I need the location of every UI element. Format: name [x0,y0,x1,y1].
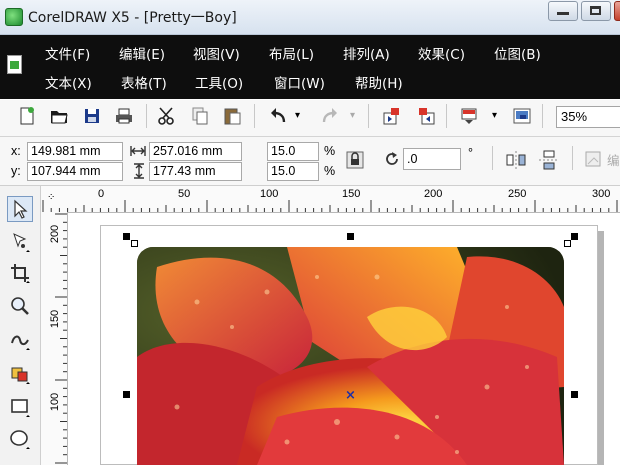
rotation-icon [386,152,398,165]
menu-arrange[interactable]: 排列(A) [343,43,390,63]
window-title: CorelDRAW X5 - [Pretty一Boy] [28,10,237,26]
selection-handle-top-right[interactable] [571,233,578,240]
close-button[interactable] [614,1,620,21]
maximize-button[interactable] [581,1,611,21]
rotation-center-mark[interactable]: × [345,388,356,403]
object-width-field[interactable]: 257.016 mm [149,142,242,161]
menu-help[interactable]: 帮助(H) [355,72,403,92]
toolbar-separator [446,104,447,128]
menu-table[interactable]: 表格(T) [121,72,167,92]
launcher-dropdown-icon[interactable]: ▾ [492,110,497,121]
ellipse-tool-icon[interactable] [9,428,31,450]
object-height-field[interactable]: 177.43 mm [149,162,242,181]
object-height-icon [134,163,144,179]
scale-y-percent-label: % [324,164,336,178]
redo-dropdown-icon: ▾ [350,110,356,121]
import-icon[interactable] [382,106,402,126]
corner-node-top-left[interactable] [131,240,138,247]
zoom-tool-icon[interactable] [9,295,31,317]
corner-node-top-right[interactable] [564,240,571,247]
menu-edit[interactable]: 编辑(E) [119,43,165,63]
new-document-icon[interactable] [17,106,37,126]
document-icon[interactable] [7,55,22,74]
ruler-label-0: 0 [98,188,105,200]
x-position-label: x: [11,144,21,158]
mirror-horizontal-icon[interactable] [505,150,527,170]
menu-effects[interactable]: 效果(C) [418,43,465,63]
toolbar-separator [492,146,493,170]
menu-file[interactable]: 文件(F) [45,43,90,63]
minimize-icon [557,12,569,15]
edit-bitmap-label: 编 [607,154,620,168]
menu-bitmaps[interactable]: 位图(B) [494,43,541,63]
ruler-label-v150: 150 [49,309,62,329]
vertical-ruler-ticks [55,213,67,464]
y-position-field[interactable]: 107.944 mm [27,162,123,181]
undo-icon[interactable] [268,106,288,126]
application-launcher-icon[interactable] [459,106,479,126]
maximize-icon [590,6,601,15]
welcome-screen-icon[interactable] [512,106,532,126]
lock-ratio-icon[interactable] [345,150,365,170]
zoom-level-select[interactable]: 35% [556,106,620,128]
open-folder-icon[interactable] [49,106,69,126]
selection-handle-middle-right[interactable] [571,391,578,398]
menu-text[interactable]: 文本(X) [45,72,92,92]
toolbar-separator [572,146,573,170]
scale-x-percent-label: % [324,144,336,158]
rotation-angle-field[interactable]: .0 [403,148,461,170]
toolbar-separator [254,104,255,128]
scale-x-field[interactable]: 15.0 [267,142,319,161]
shape-tool-icon[interactable] [9,231,31,253]
rose-photo [137,247,564,465]
ruler-label-v200: 200 [49,224,62,244]
cut-icon[interactable] [157,106,177,126]
coreldraw-app-icon[interactable] [5,8,23,26]
redo-icon [322,108,337,123]
ruler-label-150: 150 [342,188,361,200]
rectangle-tool-icon[interactable] [9,396,31,418]
ruler-label-v100: 100 [49,392,62,412]
freehand-tool-icon[interactable] [9,329,31,351]
ruler-label-200: 200 [424,188,443,200]
crop-tool-icon[interactable] [9,262,31,284]
horizontal-ruler-ticks [42,200,618,212]
toolbar-separator [368,104,369,128]
edit-bitmap-icon [585,151,601,167]
mirror-vertical-icon[interactable] [538,150,560,170]
print-icon[interactable] [114,106,134,126]
menu-tools[interactable]: 工具(O) [195,72,243,92]
menu-window[interactable]: 窗口(W) [274,72,325,92]
object-width-icon [130,146,146,156]
rose-bitmap-image[interactable] [137,247,564,465]
toolbar-separator [146,104,147,128]
degree-label: ° [468,146,473,160]
export-icon[interactable] [416,106,436,126]
ruler-label-50: 50 [178,188,191,200]
save-icon[interactable] [82,106,102,126]
scale-y-field[interactable]: 15.0 [267,162,319,181]
smart-fill-tool-icon[interactable] [9,363,31,385]
x-position-field[interactable]: 149.981 mm [27,142,123,161]
selection-handle-top-left[interactable] [123,233,130,240]
menu-view[interactable]: 视图(V) [193,43,240,63]
pick-tool-icon[interactable] [9,198,31,220]
paste-icon[interactable] [222,106,242,126]
ruler-label-100: 100 [260,188,279,200]
selection-handle-middle-left[interactable] [123,391,130,398]
undo-dropdown-icon[interactable]: ▾ [295,110,300,121]
y-position-label: y: [11,164,21,178]
selection-handle-top-center[interactable] [347,233,354,240]
menu-layout[interactable]: 布局(L) [269,43,314,63]
minimize-button[interactable] [548,1,578,21]
toolbar-separator [542,104,543,128]
page-shadow [598,231,604,465]
ruler-label-300: 300 [592,188,611,200]
copy-icon[interactable] [190,106,210,126]
toolbox [0,186,41,465]
ruler-origin-icon[interactable]: ⁘ [47,192,55,203]
ruler-label-250: 250 [508,188,527,200]
